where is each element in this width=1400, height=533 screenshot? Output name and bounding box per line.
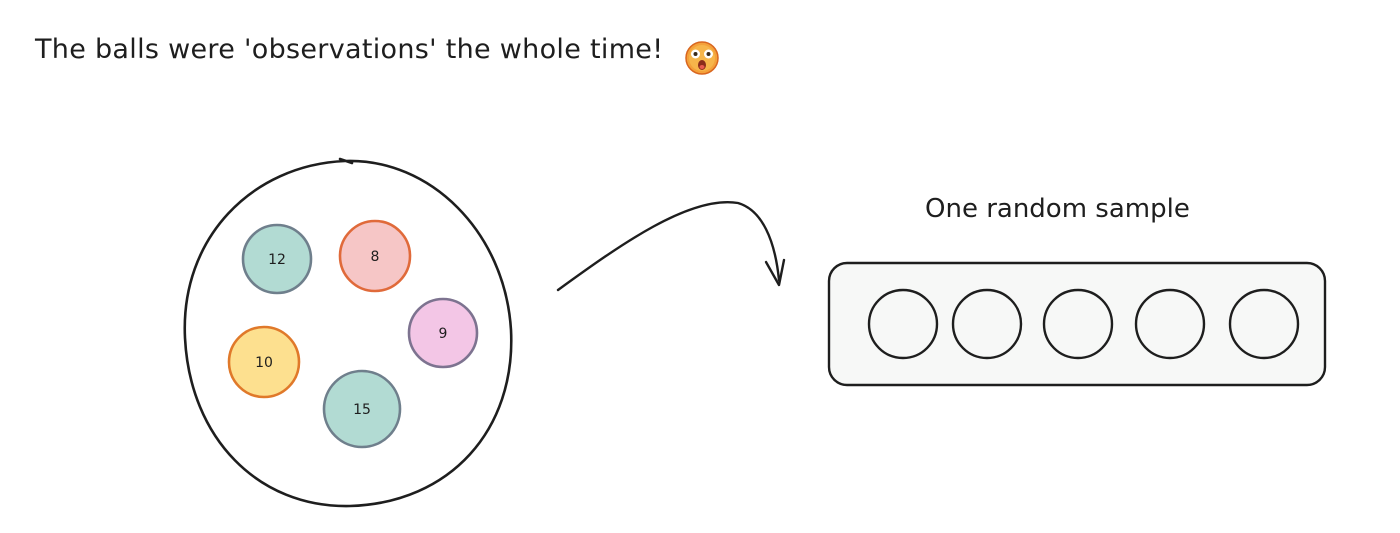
ball: 10 (227, 325, 301, 399)
ball-label: 8 (371, 249, 380, 265)
population-balls: 12 8 9 10 15 (227, 219, 479, 449)
ball: 9 (407, 297, 479, 369)
arrow-head-icon (764, 258, 786, 287)
diagram-svg: 12 8 9 10 15 (183, 157, 1327, 508)
ball-label: 12 (268, 252, 286, 268)
ball-label: 10 (255, 355, 273, 371)
ball-label: 15 (353, 402, 371, 418)
sample-label: One random sample (925, 194, 1190, 224)
diagram-canvas: The balls were 'observations' the whole … (0, 0, 1400, 533)
ball: 8 (338, 219, 412, 293)
ball: 12 (241, 223, 313, 295)
ball-label: 9 (439, 326, 448, 342)
sampling-arrow (556, 200, 781, 292)
sample-tray (827, 261, 1327, 387)
ball: 15 (322, 369, 402, 449)
